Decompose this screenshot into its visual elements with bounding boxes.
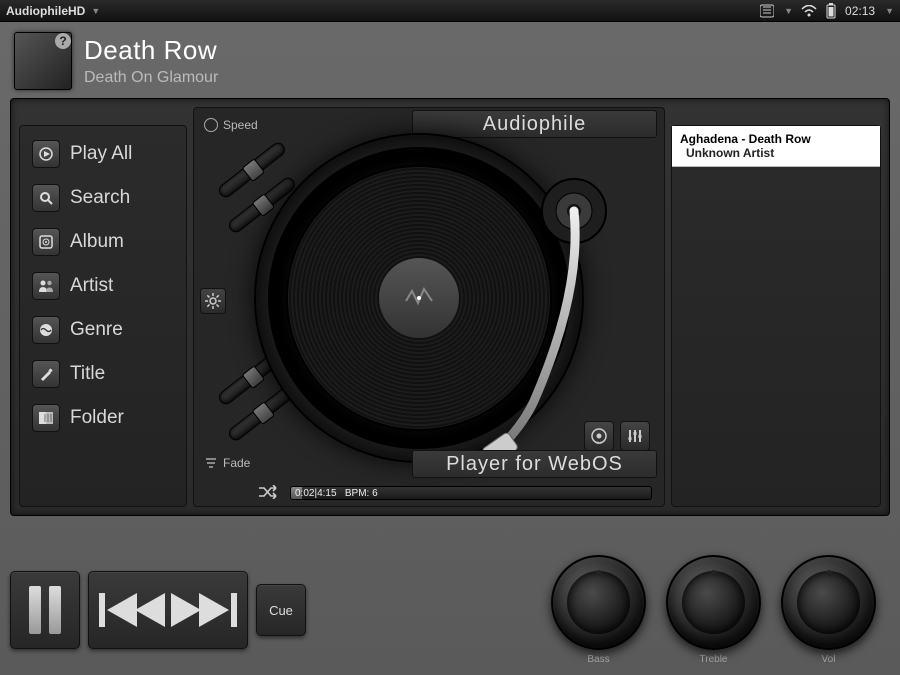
library-sidebar: Play All Search Album Artist Genre Title… — [19, 125, 187, 507]
play-pause-button[interactable] — [10, 571, 80, 649]
brand-bottom: Player for WebOS — [412, 450, 657, 478]
sidebar-item-artist[interactable]: Artist — [30, 268, 176, 304]
card-switcher-icon[interactable] — [760, 4, 774, 18]
sidebar-item-folder[interactable]: Folder — [30, 400, 176, 436]
time-elapsed: 0:02 — [295, 488, 314, 499]
play-icon — [32, 140, 60, 168]
wifi-icon[interactable] — [801, 5, 817, 17]
main-panel: Play All Search Album Artist Genre Title… — [10, 98, 890, 516]
unknown-art-icon: ? — [55, 33, 71, 49]
sidebar-item-play-all[interactable]: Play All — [30, 136, 176, 172]
speed-icon — [204, 118, 218, 132]
search-icon — [32, 184, 60, 212]
folder-icon — [32, 404, 60, 432]
sidebar-item-album[interactable]: Album — [30, 224, 176, 260]
sidebar-item-label: Title — [70, 363, 105, 385]
artist-icon — [32, 272, 60, 300]
treble-knob[interactable]: Treble — [666, 555, 761, 665]
status-bar: AudiophileHD ▼ ▼ 02:13 ▼ — [0, 0, 900, 22]
dj-button[interactable]: DJ — [584, 421, 614, 451]
eq-icon — [627, 428, 643, 444]
playlist-item-artist: Unknown Artist — [686, 146, 774, 160]
next-button[interactable] — [171, 593, 237, 627]
sidebar-item-label: Album — [70, 231, 124, 253]
fade-label: Fade — [204, 456, 250, 470]
album-icon — [32, 228, 60, 256]
gear-icon — [205, 293, 221, 309]
sidebar-item-label: Search — [70, 187, 130, 209]
prev-button[interactable] — [99, 593, 165, 627]
settings-button[interactable] — [200, 288, 226, 314]
sidebar-item-genre[interactable]: Genre — [30, 312, 176, 348]
now-playing-header: ? Death Row Death On Glamour — [0, 22, 900, 96]
genre-icon — [32, 316, 60, 344]
progress-bar[interactable]: 0:02|4:15 BPM: 6 — [290, 486, 652, 500]
knob-label: Treble — [700, 654, 728, 665]
system-menu-icon[interactable]: ▼ — [784, 6, 793, 16]
cue-button[interactable]: Cue — [256, 584, 306, 636]
dj-icon: DJ — [590, 427, 608, 445]
app-menu-icon[interactable]: ▼ — [91, 6, 100, 16]
track-title: Death Row — [84, 35, 218, 66]
bpm-label: BPM: — [345, 488, 369, 499]
fade-icon — [204, 456, 218, 470]
sidebar-item-label: Artist — [70, 275, 113, 297]
turntable[interactable] — [254, 133, 584, 463]
sidebar-item-label: Play All — [70, 143, 132, 165]
track-artist: Death On Glamour — [84, 69, 218, 87]
playlist-item[interactable]: Aghadena - Death Row Unknown Artist — [672, 126, 880, 167]
app-title[interactable]: AudiophileHD — [6, 4, 85, 18]
clock-menu-icon[interactable]: ▼ — [885, 6, 894, 16]
clock[interactable]: 02:13 — [845, 4, 875, 18]
title-icon — [32, 360, 60, 388]
battery-icon[interactable] — [825, 3, 837, 19]
turntable-area: Audiophile Speed Fade — [193, 107, 665, 507]
playlist-panel: Aghadena - Death Row Unknown Artist — [671, 125, 881, 507]
pause-icon — [29, 586, 61, 634]
album-art[interactable]: ? — [14, 32, 72, 90]
shuffle-button[interactable] — [258, 485, 278, 502]
playlist-item-title: Aghadena - Death Row — [680, 132, 811, 146]
transport-bar: Cue Bass Treble Vol — [0, 547, 900, 675]
time-total: 4:15 — [317, 488, 336, 499]
sidebar-item-label: Genre — [70, 319, 123, 341]
sidebar-item-search[interactable]: Search — [30, 180, 176, 216]
sidebar-item-title[interactable]: Title — [30, 356, 176, 392]
knob-label: Bass — [587, 654, 609, 665]
eq-button[interactable] — [620, 421, 650, 451]
sidebar-item-label: Folder — [70, 407, 124, 429]
knob-label: Vol — [822, 654, 836, 665]
svg-text:DJ: DJ — [597, 440, 602, 445]
bpm-value: 6 — [372, 488, 378, 499]
progress-row: 0:02|4:15 BPM: 6 — [252, 484, 652, 502]
bass-knob[interactable]: Bass — [551, 555, 646, 665]
volume-knob[interactable]: Vol — [781, 555, 876, 665]
seek-buttons — [88, 571, 248, 649]
speed-label: Speed — [204, 118, 258, 132]
